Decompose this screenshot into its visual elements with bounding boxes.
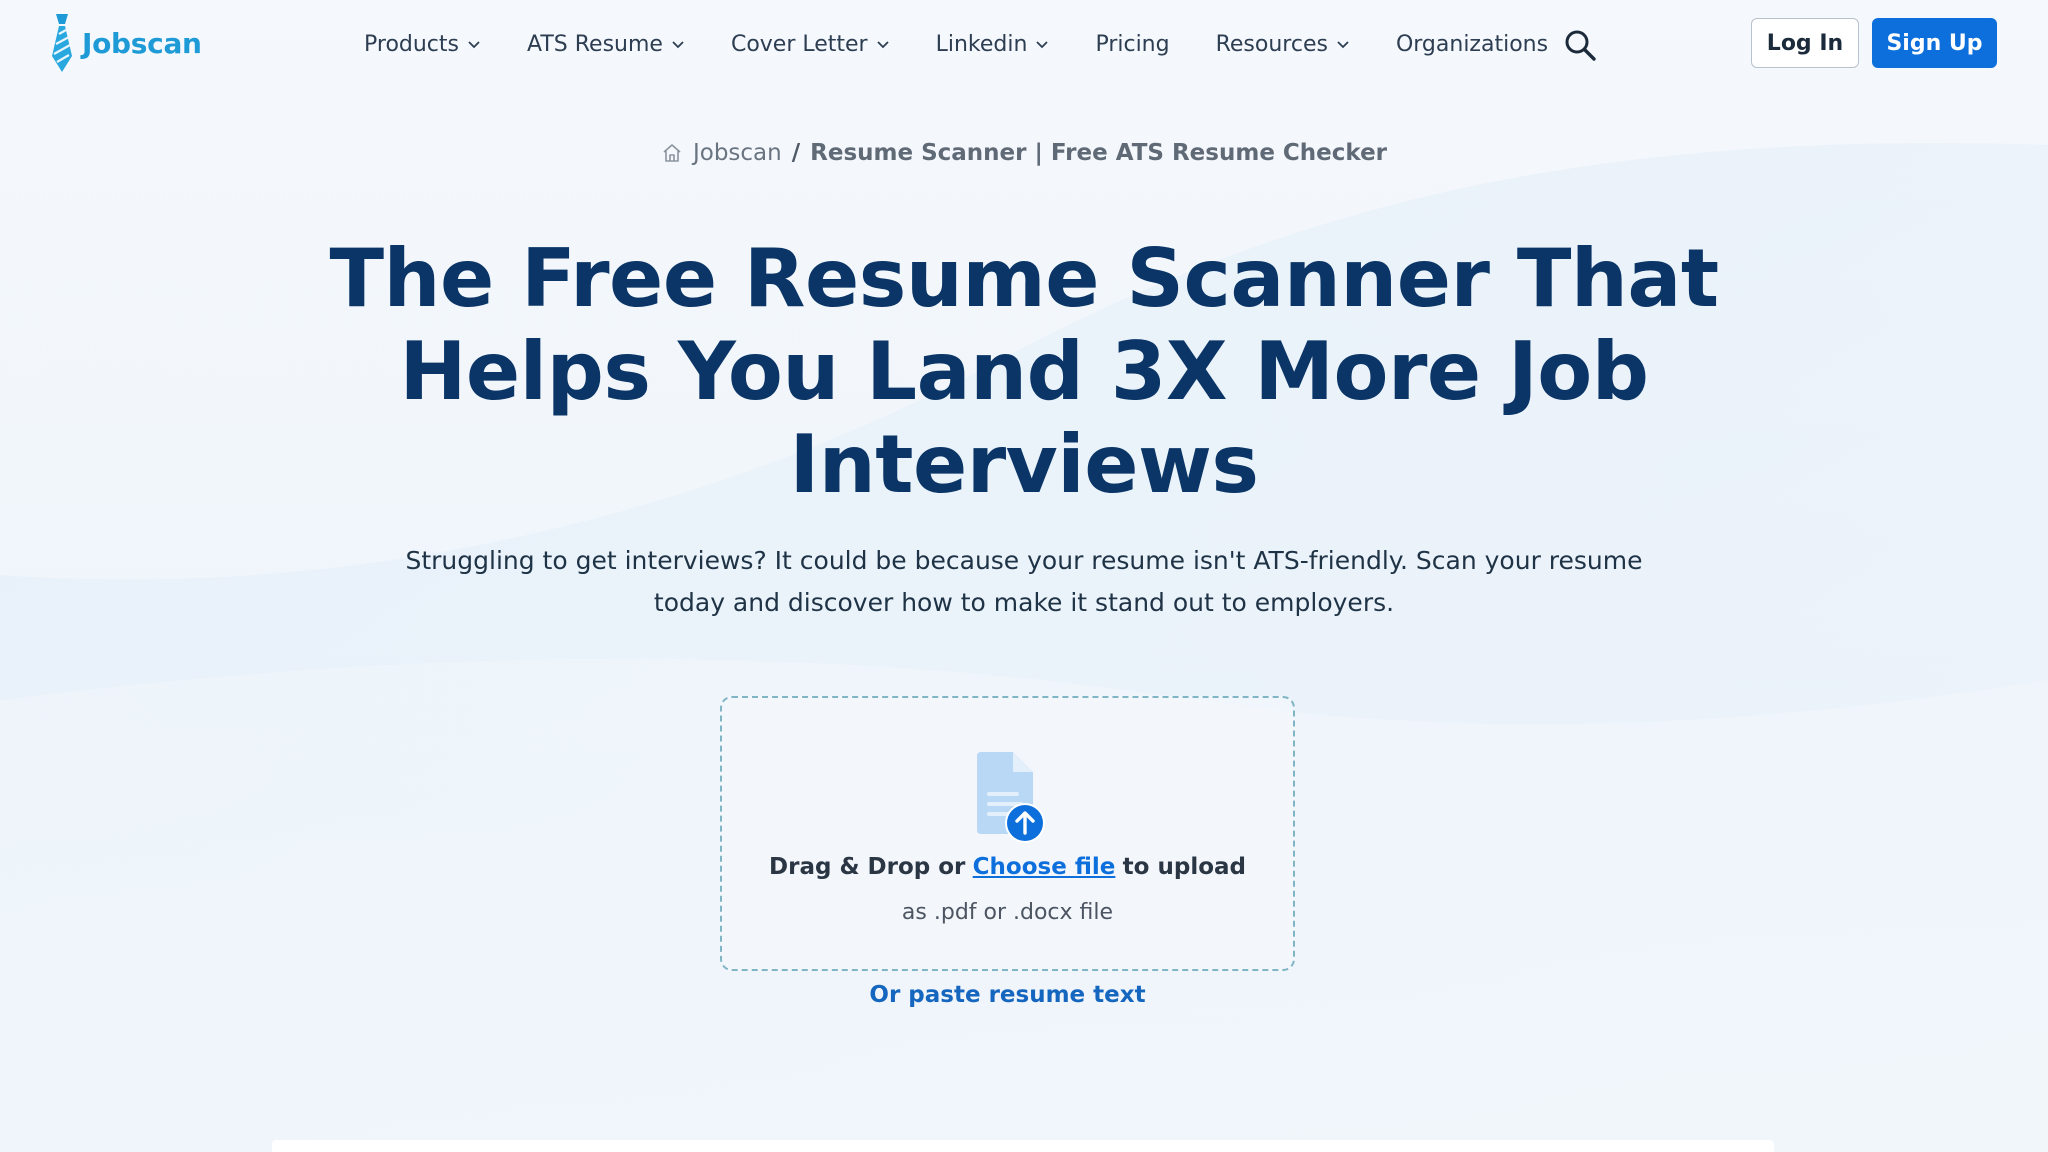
nav-label: Cover Letter (730, 31, 868, 57)
site-header: Jobscan Products ATS Resume Cover Letter… (0, 0, 2048, 88)
nav-cover-letter[interactable]: Cover Letter (731, 32, 890, 57)
nav-products[interactable]: Products (364, 32, 481, 57)
hero-subtitle: Struggling to get interviews? It could b… (405, 546, 1643, 617)
breadcrumb-root-link[interactable]: Jobscan (693, 140, 782, 166)
home-icon[interactable] (661, 142, 683, 164)
paste-resume-text-link[interactable]: Or paste resume text (720, 982, 1295, 1008)
nav-resources[interactable]: Resources (1216, 32, 1350, 57)
nav-label: Linkedin (935, 31, 1028, 57)
breadcrumb: Jobscan / Resume Scanner | Free ATS Resu… (0, 136, 2048, 170)
tie-logo-icon (52, 14, 72, 72)
upload-instructions: Drag & Drop or Choose file to upload (722, 854, 1293, 880)
chevron-down-icon (468, 41, 480, 49)
page-title: The Free Resume Scanner That Helps You L… (329, 232, 1719, 511)
logo-text: Jobscan (82, 26, 202, 60)
page: Jobscan Products ATS Resume Cover Letter… (0, 0, 2048, 1152)
resume-upload-dropzone[interactable]: Drag & Drop or Choose file to upload as … (720, 696, 1295, 971)
login-button[interactable]: Log In (1751, 18, 1859, 68)
nav-linkedin[interactable]: Linkedin (936, 32, 1050, 57)
upload-suffix-text: to upload (1122, 854, 1246, 880)
chevron-down-icon (876, 41, 889, 49)
breadcrumb-current: Resume Scanner | Free ATS Resume Checker (810, 140, 1388, 166)
nav-label: Organizations (1395, 31, 1549, 57)
nav-pricing[interactable]: Pricing (1095, 32, 1169, 57)
document-upload-icon (977, 752, 1045, 843)
drag-drop-text: Drag & Drop or (769, 854, 966, 880)
search-icon[interactable] (1563, 28, 1597, 62)
signup-button[interactable]: Sign Up (1872, 18, 1997, 68)
logo[interactable]: Jobscan (50, 12, 202, 74)
nav-label: Resources (1215, 31, 1328, 57)
main-nav: Products ATS Resume Cover Letter Linkedi… (364, 22, 1594, 66)
choose-file-link[interactable]: Choose file (973, 854, 1116, 880)
file-type-hint: as .pdf or .docx file (901, 900, 1114, 925)
nav-organizations[interactable]: Organizations (1396, 32, 1548, 57)
content-card-edge (272, 1140, 1774, 1152)
chevron-down-icon (1337, 41, 1349, 49)
nav-label: ATS Resume (527, 31, 663, 57)
chevron-down-icon (1036, 41, 1049, 49)
chevron-down-icon (672, 41, 684, 49)
breadcrumb-separator: / (791, 140, 801, 166)
nav-ats-resume[interactable]: ATS Resume (527, 32, 685, 57)
nav-label: Pricing (1095, 31, 1170, 57)
nav-label: Products (364, 31, 459, 57)
